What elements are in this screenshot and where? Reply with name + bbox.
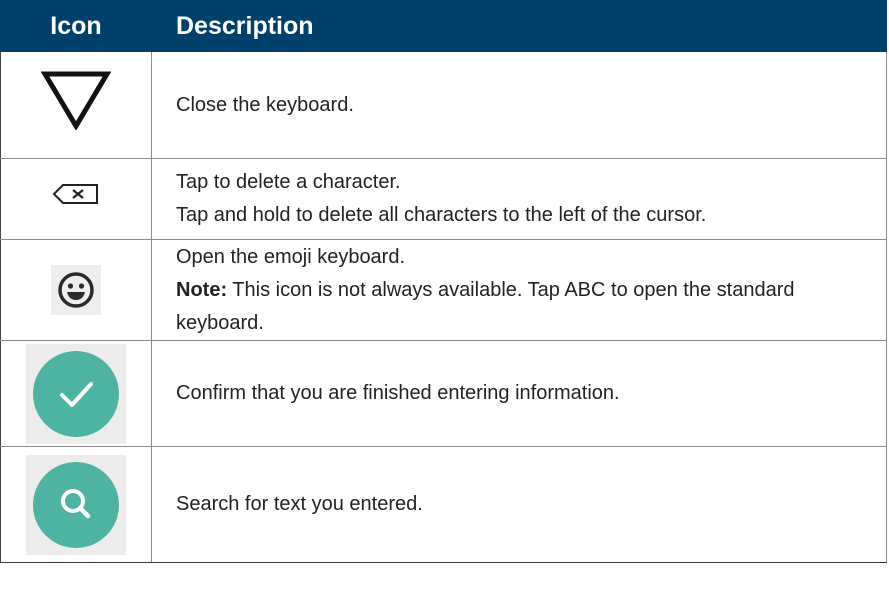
header-icon: Icon (0, 0, 152, 52)
description-text: Open the emoji keyboard. (176, 245, 406, 268)
keyboard-icon-table: Icon Description Close the keyboard. Tap… (0, 0, 887, 563)
note-text: Note: This icon is not always available.… (176, 274, 876, 340)
note-label: Note: (176, 278, 228, 301)
emoji-smiley-icon (51, 265, 101, 315)
description-text: Close the keyboard. (176, 93, 354, 116)
icon-cell (0, 239, 152, 341)
table-header-row: Icon Description (0, 0, 887, 52)
table-row: Open the emoji keyboard. Note: This icon… (0, 239, 887, 341)
icon-cell (0, 158, 152, 240)
icon-cell (0, 51, 152, 159)
table-row: Search for text you entered. (0, 446, 887, 563)
description-cell: Search for text you entered. (151, 446, 887, 563)
description-cell: Confirm that you are finished entering i… (151, 340, 887, 447)
icon-cell (0, 340, 152, 447)
backspace-icon (51, 182, 101, 217)
table-row: Confirm that you are finished entering i… (0, 340, 887, 447)
description-text: Confirm that you are finished entering i… (176, 382, 620, 404)
confirm-check-icon (26, 343, 126, 444)
description-text: Tap to delete a character. (176, 171, 401, 193)
close-keyboard-triangle-icon (40, 70, 112, 141)
icon-cell (0, 446, 152, 563)
table-row: Tap to delete a character. Tap and hold … (0, 158, 887, 240)
search-magnifier-icon (26, 454, 126, 555)
header-description: Description (151, 0, 887, 52)
description-cell: Tap to delete a character. Tap and hold … (151, 158, 887, 240)
description-text: Tap and hold to delete all characters to… (176, 204, 707, 226)
note-body: This icon is not always available. Tap A… (176, 278, 795, 334)
table-row: Close the keyboard. (0, 51, 887, 159)
description-text: Search for text you entered. (176, 493, 423, 515)
description-cell: Close the keyboard. (151, 51, 887, 159)
description-cell: Open the emoji keyboard. Note: This icon… (151, 239, 887, 341)
